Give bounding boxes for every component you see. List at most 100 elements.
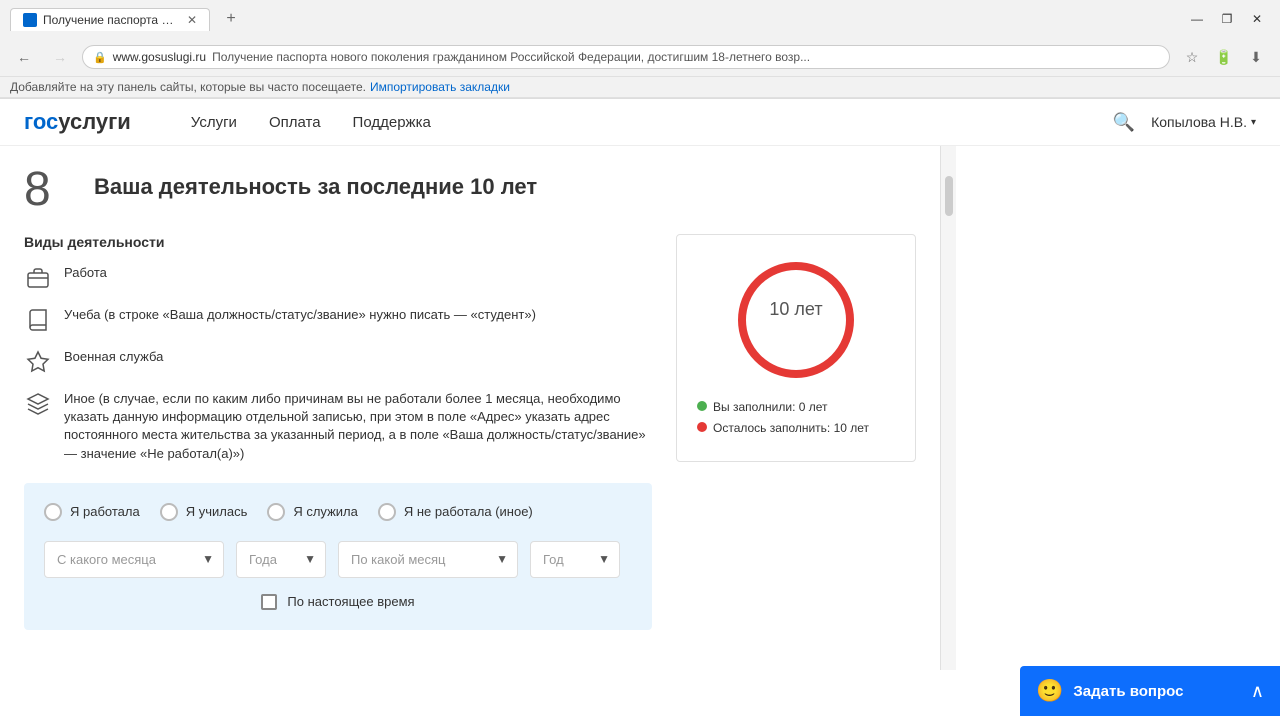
tab-title: Получение паспорта но... — [43, 13, 177, 27]
from-month-wrapper: С какого месяца ▼ — [44, 541, 224, 578]
forward-button: → — [46, 43, 74, 71]
bookmark-page-button[interactable]: ☆ — [1178, 43, 1206, 71]
user-name-text: Копылова Н.В. — [1151, 114, 1247, 130]
bookmarks-text: Добавляйте на эту панель сайты, которые … — [10, 80, 366, 94]
activity-work: Работа — [24, 264, 652, 292]
bookmarks-bar: Добавляйте на эту панель сайты, которые … — [0, 77, 1280, 98]
radio-studied-label: Я училась — [186, 504, 248, 519]
step-left: Виды деятельности Работа Учеба (в стр — [24, 234, 652, 630]
activity-work-text: Работа — [64, 264, 107, 282]
from-year-wrapper: Года ▼ — [236, 541, 326, 578]
form-area: Я работала Я училась Я служила — [24, 483, 652, 630]
title-bar: Получение паспорта но... ✕ + — ❐ ✕ — [0, 0, 1280, 38]
address-title: Получение паспорта нового поколения граж… — [212, 50, 810, 64]
tab-favicon — [23, 13, 37, 27]
site-header: госуслуги Услуги Оплата Поддержка 🔍 Копы… — [0, 99, 1280, 146]
search-button[interactable]: 🔍 — [1113, 112, 1135, 133]
svg-text:10 лет: 10 лет — [769, 299, 822, 319]
legend-remaining-text: Осталось заполнить: 10 лет — [713, 420, 869, 437]
maximize-button[interactable]: ❐ — [1214, 10, 1240, 28]
radio-worked[interactable]: Я работала — [44, 503, 140, 521]
logo-uslugi: услуги — [58, 109, 131, 135]
radio-worked-circle[interactable] — [44, 503, 62, 521]
page-content: госуслуги Услуги Оплата Поддержка 🔍 Копы… — [0, 99, 1280, 670]
close-button[interactable]: ✕ — [1244, 10, 1270, 28]
main-content: 8 Ваша деятельность за последние 10 лет … — [0, 146, 940, 670]
activity-radio-group: Я работала Я училась Я служила — [44, 503, 632, 521]
window-controls: — ❐ ✕ — [1184, 10, 1270, 28]
toolbar-actions: ☆ 🔋 ⬇ — [1178, 43, 1270, 71]
present-checkbox-label: По настоящее время — [287, 594, 414, 609]
nav-services[interactable]: Услуги — [191, 114, 237, 131]
step-title: Ваша деятельность за последние 10 лет — [94, 174, 537, 200]
address-bar[interactable]: 🔒 www.gosuslugi.ru Получение паспорта но… — [82, 45, 1170, 69]
ask-question-label: Задать вопрос — [1073, 683, 1183, 700]
radio-served-label: Я служила — [293, 504, 358, 519]
from-month-select[interactable]: С какого месяца — [44, 541, 224, 578]
new-tab-button[interactable]: + — [218, 6, 244, 32]
back-button[interactable]: ← — [10, 43, 38, 71]
step-header: 8 Ваша деятельность за последние 10 лет — [24, 166, 916, 214]
nav-support[interactable]: Поддержка — [353, 114, 431, 131]
briefcase-icon — [24, 264, 52, 292]
header-right: 🔍 Копылова Н.В. ▾ — [1113, 112, 1256, 133]
minimize-button[interactable]: — — [1184, 10, 1210, 28]
browser-toolbar: ← → 🔒 www.gosuslugi.ru Получение паспорт… — [0, 38, 1280, 77]
site-logo: госуслуги — [24, 109, 131, 135]
activity-other-text: Иное (в случае, если по каким либо причи… — [64, 390, 652, 463]
address-url: www.gosuslugi.ru — [113, 50, 206, 64]
step-right: 10 лет Вы заполнили: 0 лет Осталось запо… — [676, 234, 916, 630]
ask-chevron-icon: ∧ — [1251, 681, 1264, 702]
radio-served-circle[interactable] — [267, 503, 285, 521]
to-year-wrapper: Год ▼ — [530, 541, 620, 578]
radio-other-circle[interactable] — [378, 503, 396, 521]
progress-circle-container: 10 лет Вы заполнили: 0 лет Осталось запо… — [676, 234, 916, 462]
content-area: 8 Ваша деятельность за последние 10 лет … — [0, 146, 1280, 670]
user-chevron-icon: ▾ — [1251, 117, 1256, 128]
book-icon — [24, 306, 52, 334]
radio-served[interactable]: Я служила — [267, 503, 358, 521]
scrollbar-thumb[interactable] — [945, 176, 953, 216]
legend-filled-dot — [697, 401, 707, 411]
progress-circle: 10 лет — [731, 255, 861, 385]
logo-gos: гос — [24, 109, 58, 135]
to-year-select[interactable]: Год — [530, 541, 620, 578]
scrollbar[interactable] — [940, 146, 956, 670]
radio-studied[interactable]: Я училась — [160, 503, 248, 521]
from-year-select[interactable]: Года — [236, 541, 326, 578]
radio-other[interactable]: Я не работала (иное) — [378, 503, 533, 521]
user-menu[interactable]: Копылова Н.В. ▾ — [1151, 114, 1256, 130]
present-checkbox[interactable] — [261, 594, 277, 610]
star-icon — [24, 348, 52, 376]
layers-icon — [24, 390, 52, 418]
ask-question-bar[interactable]: 🙂 Задать вопрос ∧ — [1020, 666, 1280, 716]
site-nav: Услуги Оплата Поддержка — [191, 114, 431, 131]
step-body: Виды деятельности Работа Учеба (в стр — [24, 234, 916, 630]
legend-filled-text: Вы заполнили: 0 лет — [713, 399, 828, 416]
activity-other: Иное (в случае, если по каким либо причи… — [24, 390, 652, 463]
battery-icon: 🔋 — [1210, 43, 1238, 71]
download-button[interactable]: ⬇ — [1242, 43, 1270, 71]
browser-chrome: Получение паспорта но... ✕ + — ❐ ✕ ← → 🔒… — [0, 0, 1280, 99]
activity-military-text: Военная служба — [64, 348, 163, 366]
present-checkbox-row: По настоящее время — [44, 594, 632, 610]
progress-legend: Вы заполнили: 0 лет Осталось заполнить: … — [697, 399, 895, 441]
ask-smiley-icon: 🙂 — [1036, 678, 1063, 704]
import-bookmarks-link[interactable]: Импортировать закладки — [370, 80, 510, 94]
activity-study: Учеба (в строке «Ваша должность/статус/з… — [24, 306, 652, 334]
activity-study-text: Учеба (в строке «Ваша должность/статус/з… — [64, 306, 536, 324]
ask-question-content: 🙂 Задать вопрос — [1036, 678, 1183, 704]
lock-icon: 🔒 — [93, 51, 107, 64]
radio-worked-label: Я работала — [70, 504, 140, 519]
activities-title: Виды деятельности — [24, 234, 652, 250]
step-number: 8 — [24, 166, 74, 214]
radio-other-label: Я не работала (иное) — [404, 504, 533, 519]
browser-tab[interactable]: Получение паспорта но... ✕ — [10, 8, 210, 31]
date-range-row: С какого месяца ▼ Года ▼ — [44, 541, 632, 578]
nav-payment[interactable]: Оплата — [269, 114, 321, 131]
to-month-select[interactable]: По какой месяц — [338, 541, 518, 578]
radio-studied-circle[interactable] — [160, 503, 178, 521]
tab-close-icon[interactable]: ✕ — [187, 13, 197, 27]
legend-filled: Вы заполнили: 0 лет — [697, 399, 895, 416]
activity-military: Военная служба — [24, 348, 652, 376]
